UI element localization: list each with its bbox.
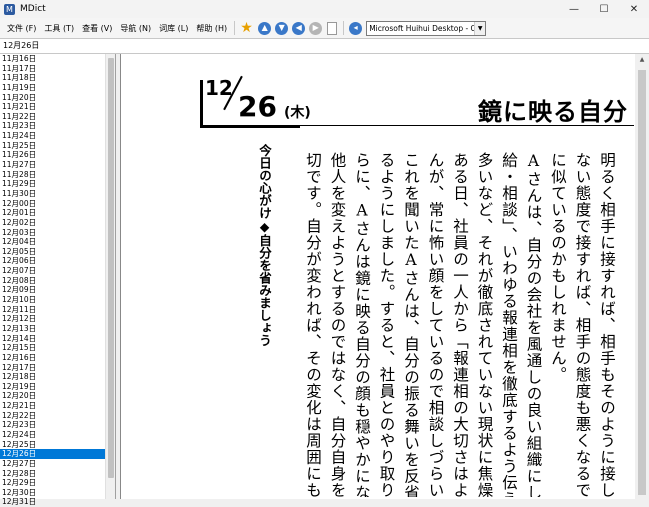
word-list-item[interactable]: 11月26日 bbox=[0, 150, 105, 160]
scroll-up-icon[interactable]: ▲ bbox=[635, 54, 649, 66]
text-column: これを聞いたAさんは、自分の振る舞いを反省し、柔らかい表情 bbox=[402, 152, 420, 497]
menu-help[interactable]: 帮助 (H) bbox=[192, 23, 231, 34]
text-column: ある日、社員の一人から「報連相の大切さはよくわかっているので bbox=[451, 152, 469, 497]
word-list: 11月16日 11月17日 11月18日 11月19日 11月20日 11月21日 11月2… bbox=[0, 54, 105, 507]
menu-library[interactable]: 词库 (L) bbox=[155, 23, 192, 34]
word-list-item[interactable]: 11月19日 bbox=[0, 83, 105, 93]
word-list-item[interactable]: 11月22日 bbox=[0, 112, 105, 122]
menu-file[interactable]: 文件 (F) bbox=[3, 23, 40, 34]
menu-bar: 文件 (F) 工具 (T) 查看 (V) 导航 (N) 词库 (L) 帮助 (H… bbox=[0, 18, 649, 38]
text-column: んが、常に怖い顔をしているので相談しづらいです」と言われまし bbox=[426, 152, 445, 497]
word-list-item[interactable]: 12月21日 bbox=[0, 401, 105, 411]
minimize-button[interactable]: — bbox=[559, 0, 589, 18]
word-list-item[interactable]: 12月09日 bbox=[0, 285, 105, 295]
word-list-item[interactable]: 12月19日 bbox=[0, 382, 105, 392]
word-list-item[interactable]: 12月18日 bbox=[0, 372, 105, 382]
word-list-item[interactable]: 12月12日 bbox=[0, 314, 105, 324]
menu-tools[interactable]: 工具 (T) bbox=[40, 23, 78, 34]
word-list-item[interactable]: 12月01日 bbox=[0, 208, 105, 218]
word-list-item[interactable]: 12月16日 bbox=[0, 353, 105, 363]
menu-view[interactable]: 查看 (V) bbox=[78, 23, 116, 34]
toolbar-separator bbox=[343, 21, 345, 35]
word-list-item[interactable]: 11月29日 bbox=[0, 179, 105, 189]
page-image: 12 26 (木) 鏡に映る自分 今日の心がけ◆自分を省みましょう 明るく相手に… bbox=[176, 62, 634, 499]
word-list-item[interactable]: 12月02日 bbox=[0, 218, 105, 228]
word-list-item[interactable]: 12月05日 bbox=[0, 247, 105, 257]
word-list-item[interactable]: 12月03日 bbox=[0, 228, 105, 238]
content-scrollbar[interactable]: ▲ bbox=[635, 54, 649, 499]
word-list-item[interactable]: 12月23日 bbox=[0, 420, 105, 430]
text-column: ない態度で接すれば、相手の態度も悪くなるでしょう。それは鏡に映 bbox=[573, 152, 592, 497]
date-weekday: (木) bbox=[284, 105, 311, 121]
word-list-item[interactable]: 12月28日 bbox=[0, 469, 105, 479]
word-list-item[interactable]: 12月27日 bbox=[0, 459, 105, 469]
word-list-item[interactable]: 12月00日 bbox=[0, 199, 105, 209]
app-icon: M bbox=[4, 3, 15, 15]
text-column: 多いなど、それが徹底されていない現状に焦燥を募らせていまし bbox=[475, 152, 494, 497]
word-list-item[interactable]: 11月17日 bbox=[0, 64, 105, 74]
text-column: るようにしました。すると、社員とのやり取りの状況が改善してい bbox=[377, 152, 396, 497]
word-list-item[interactable]: 12月08日 bbox=[0, 276, 105, 286]
word-list-item[interactable]: 12月22日 bbox=[0, 411, 105, 421]
text-column: らに、Aさんは鏡に映る自分の顔も穏やかになっていたことを実感し bbox=[353, 152, 371, 497]
headword-input[interactable]: 12月26日 bbox=[0, 38, 649, 54]
arrow-forward-icon[interactable]: ▶ bbox=[309, 21, 323, 35]
word-list-item[interactable]: 11月27日 bbox=[0, 160, 105, 170]
word-list-item[interactable]: 12月14日 bbox=[0, 334, 105, 344]
word-list-item[interactable]: 11月18日 bbox=[0, 73, 105, 83]
page-icon[interactable] bbox=[327, 21, 338, 35]
text-column: 切です。自分が変われば、その変化は周囲にも影響を与えるでしょう bbox=[304, 152, 322, 497]
word-list-item[interactable]: 12月30日 bbox=[0, 488, 105, 498]
word-list-panel: 11月16日 11月17日 11月18日 11月19日 11月20日 11月21日 11月2… bbox=[0, 54, 116, 506]
text-column: に似ているのかもしれません。 bbox=[549, 152, 567, 383]
close-button[interactable]: ✕ bbox=[619, 0, 649, 18]
toolbar-separator bbox=[234, 21, 236, 35]
word-list-item[interactable]: 12月11日 bbox=[0, 305, 105, 315]
speaker-icon[interactable]: ◂ bbox=[349, 21, 363, 35]
menu-navigate[interactable]: 导航 (N) bbox=[116, 23, 155, 34]
word-list-item[interactable]: 12月17日 bbox=[0, 363, 105, 373]
text-column: 明るく相手に接すれば、相手もそのように接してくれるでしょう。 bbox=[598, 152, 616, 497]
chevron-down-icon[interactable]: ▼ bbox=[474, 21, 486, 35]
word-list-item[interactable]: 11月16日 bbox=[0, 54, 105, 64]
scrollbar-thumb[interactable] bbox=[638, 70, 646, 495]
text-column: 他人を変えようとするのではなく、自分自身を見つめ直し、改善す bbox=[328, 152, 347, 497]
favorite-star-icon[interactable]: ★ bbox=[240, 21, 254, 35]
text-column: 給・相談」、いわゆる報連相を徹底するよう伝えていました。しかし、 bbox=[500, 152, 518, 497]
word-list-item[interactable]: 12月26日 bbox=[0, 449, 105, 459]
word-list-item[interactable]: 11月21日 bbox=[0, 102, 105, 112]
word-list-scrollbar[interactable] bbox=[105, 54, 115, 499]
title-bar: M MDict — ☐ ✕ bbox=[0, 0, 649, 18]
word-list-item[interactable]: 12月04日 bbox=[0, 237, 105, 247]
word-list-item[interactable]: 11月23日 bbox=[0, 121, 105, 131]
word-list-item[interactable]: 12月29日 bbox=[0, 478, 105, 488]
page-title: 鏡に映る自分 bbox=[478, 97, 628, 126]
word-list-item[interactable]: 11月30日 bbox=[0, 189, 105, 199]
content-pane: 12 26 (木) 鏡に映る自分 今日の心がけ◆自分を省みましょう 明るく相手に… bbox=[120, 54, 649, 499]
word-list-item[interactable]: 12月24日 bbox=[0, 430, 105, 440]
word-list-item[interactable]: 12月07日 bbox=[0, 266, 105, 276]
word-list-item[interactable]: 12月13日 bbox=[0, 324, 105, 334]
voice-select[interactable]: Microsoft Huihui Desktop - C ▼ bbox=[366, 20, 487, 36]
word-list-item[interactable]: 11月25日 bbox=[0, 141, 105, 151]
maximize-button[interactable]: ☐ bbox=[589, 0, 619, 18]
word-list-item[interactable]: 11月20日 bbox=[0, 93, 105, 103]
word-list-item[interactable]: 12月25日 bbox=[0, 440, 105, 450]
word-list-item[interactable]: 12月15日 bbox=[0, 343, 105, 353]
voice-select-value: Microsoft Huihui Desktop - C bbox=[369, 23, 476, 33]
word-list-item[interactable]: 11月24日 bbox=[0, 131, 105, 141]
date-day: 26 bbox=[238, 90, 277, 123]
daily-motto: 今日の心がけ◆自分を省みましょう bbox=[257, 144, 272, 347]
scrollbar-thumb[interactable] bbox=[108, 58, 114, 478]
window-title: MDict bbox=[20, 4, 46, 14]
word-list-item[interactable]: 12月20日 bbox=[0, 391, 105, 401]
arrow-up-icon[interactable]: ▲ bbox=[258, 21, 272, 35]
arrow-down-icon[interactable]: ▼ bbox=[275, 21, 289, 35]
word-list-item[interactable]: 12月10日 bbox=[0, 295, 105, 305]
text-column: Aさんは、自分の会社を風通しの良い組織にしたいと思 bbox=[524, 152, 543, 497]
window-controls: — ☐ ✕ bbox=[559, 0, 649, 18]
arrow-back-icon[interactable]: ◀ bbox=[292, 21, 306, 35]
word-list-item[interactable]: 11月28日 bbox=[0, 170, 105, 180]
word-list-item[interactable]: 12月06日 bbox=[0, 256, 105, 266]
